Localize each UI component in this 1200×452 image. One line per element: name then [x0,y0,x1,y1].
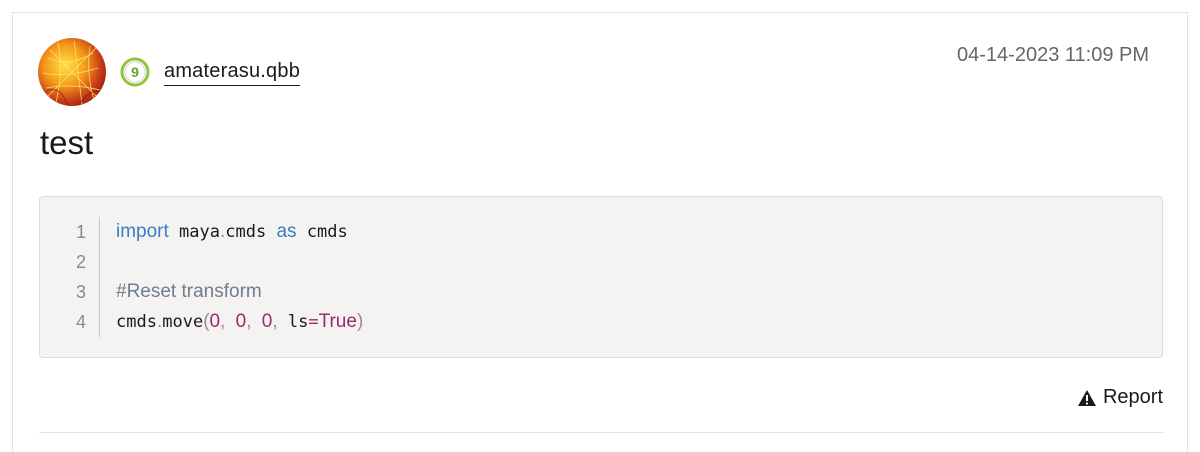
code-alias: cmds [306,222,348,242]
code-module: maya [179,222,220,242]
user-avatar[interactable] [38,38,106,106]
code-paren: ) [356,311,364,332]
code-keyword: import [116,221,169,242]
code-number: 0 [209,311,221,332]
rank-badge-number: 9 [131,64,139,80]
rank-badge-icon: 9 [120,57,150,87]
post-divider [39,432,1163,433]
post-title: test [40,124,94,161]
line-number: 3 [75,282,86,302]
line-number: 1 [75,222,86,242]
code-function: move [162,312,204,332]
code-object: cmds [116,312,157,332]
code-comma: , [272,311,278,332]
line-number: 4 [75,312,86,332]
code-comment: #Reset transform [116,281,262,302]
post-timestamp: 04-14-2023 11:09 PM [957,44,1149,66]
code-gutter-divider [99,217,100,337]
code-block: 1 import maya.cmds as cmds 2 3 #Reset tr… [39,196,1163,358]
username-link[interactable]: amaterasu.qbb [164,58,301,86]
code-boolean: True [318,311,357,332]
code-module: cmds [225,222,267,242]
code-kwarg: ls [287,312,309,332]
code-number: 0 [235,311,247,332]
code-keyword: as [276,221,297,242]
code-comma: , [246,311,252,332]
warning-icon [1077,389,1096,406]
code-comma: , [220,311,226,332]
report-button[interactable]: Report [1077,386,1163,409]
report-label: Report [1102,386,1163,408]
code-operator: = [308,312,319,332]
line-number: 2 [75,252,86,272]
code-number: 0 [261,311,273,332]
